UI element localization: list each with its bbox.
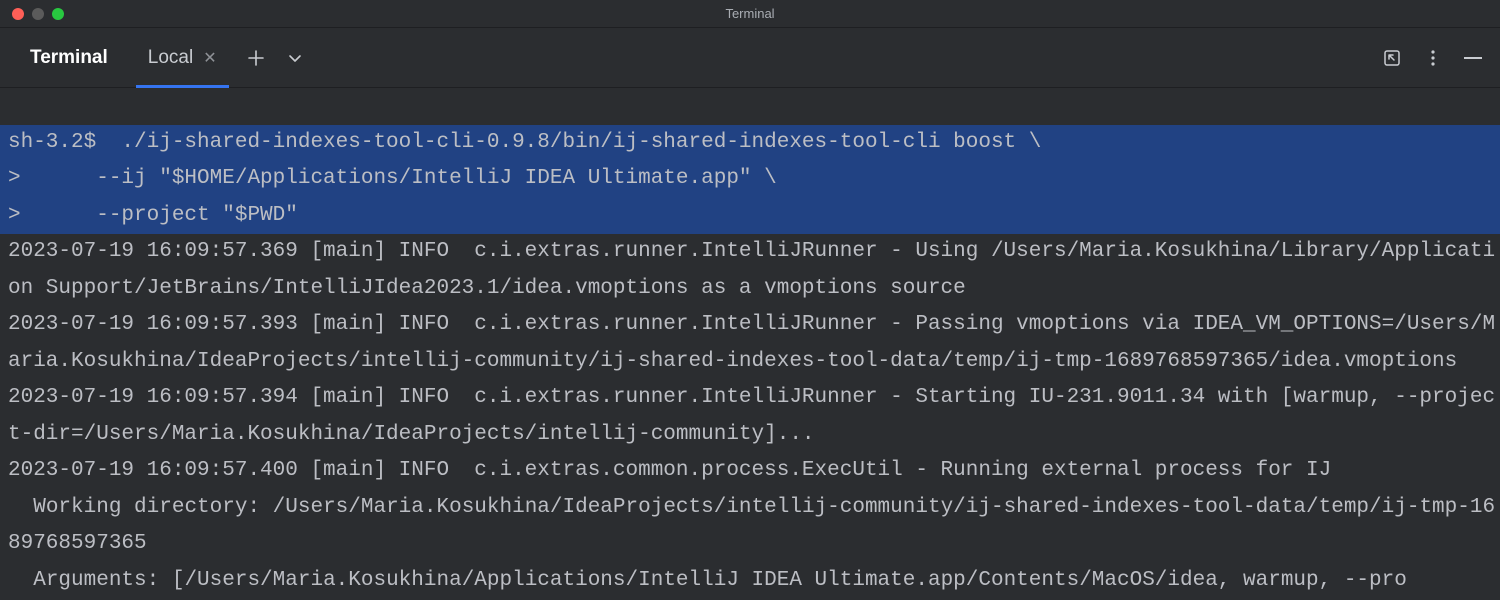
popout-icon xyxy=(1382,48,1402,68)
tab-terminal-label: Terminal xyxy=(30,47,108,69)
window-minimize-button[interactable] xyxy=(32,8,44,20)
chevron-down-icon xyxy=(287,50,303,66)
minimize-icon xyxy=(1464,57,1482,59)
command-line-2: > --ij "$HOME/Applications/IntelliJ IDEA… xyxy=(0,161,1500,198)
window-close-button[interactable] xyxy=(12,8,24,20)
terminal-output[interactable]: sh-3.2$ ./ij-shared-indexes-tool-cli-0.9… xyxy=(0,88,1500,600)
tab-terminal[interactable]: Terminal xyxy=(10,28,128,88)
tab-close-icon[interactable]: ✕ xyxy=(203,48,216,68)
window-titlebar: Terminal xyxy=(0,0,1500,28)
new-tab-button[interactable] xyxy=(247,49,265,67)
window-zoom-button[interactable] xyxy=(52,8,64,20)
command-line-3: > --project "$PWD" xyxy=(0,198,1500,235)
log-line: 2023-07-19 16:09:57.393 [main] INFO c.i.… xyxy=(0,307,1500,380)
tab-dropdown-button[interactable] xyxy=(287,50,303,66)
traffic-lights xyxy=(0,8,64,20)
log-line: Arguments: [/Users/Maria.Kosukhina/Appli… xyxy=(0,563,1500,600)
tab-local-label: Local xyxy=(148,47,193,69)
log-line: Working directory: /Users/Maria.Kosukhin… xyxy=(0,490,1500,563)
plus-icon xyxy=(247,49,265,67)
tab-local[interactable]: Local ✕ xyxy=(128,28,237,88)
popout-button[interactable] xyxy=(1382,48,1402,68)
more-options-button[interactable] xyxy=(1424,49,1442,67)
hide-panel-button[interactable] xyxy=(1464,57,1482,59)
command-line-1: sh-3.2$ ./ij-shared-indexes-tool-cli-0.9… xyxy=(0,125,1500,162)
window-title: Terminal xyxy=(0,6,1500,21)
log-line: 2023-07-19 16:09:57.400 [main] INFO c.i.… xyxy=(0,453,1500,490)
log-line: 2023-07-19 16:09:57.369 [main] INFO c.i.… xyxy=(0,234,1500,307)
log-line: 2023-07-19 16:09:57.394 [main] INFO c.i.… xyxy=(0,380,1500,453)
tab-bar: Terminal Local ✕ xyxy=(0,28,1500,88)
kebab-icon xyxy=(1424,49,1442,67)
